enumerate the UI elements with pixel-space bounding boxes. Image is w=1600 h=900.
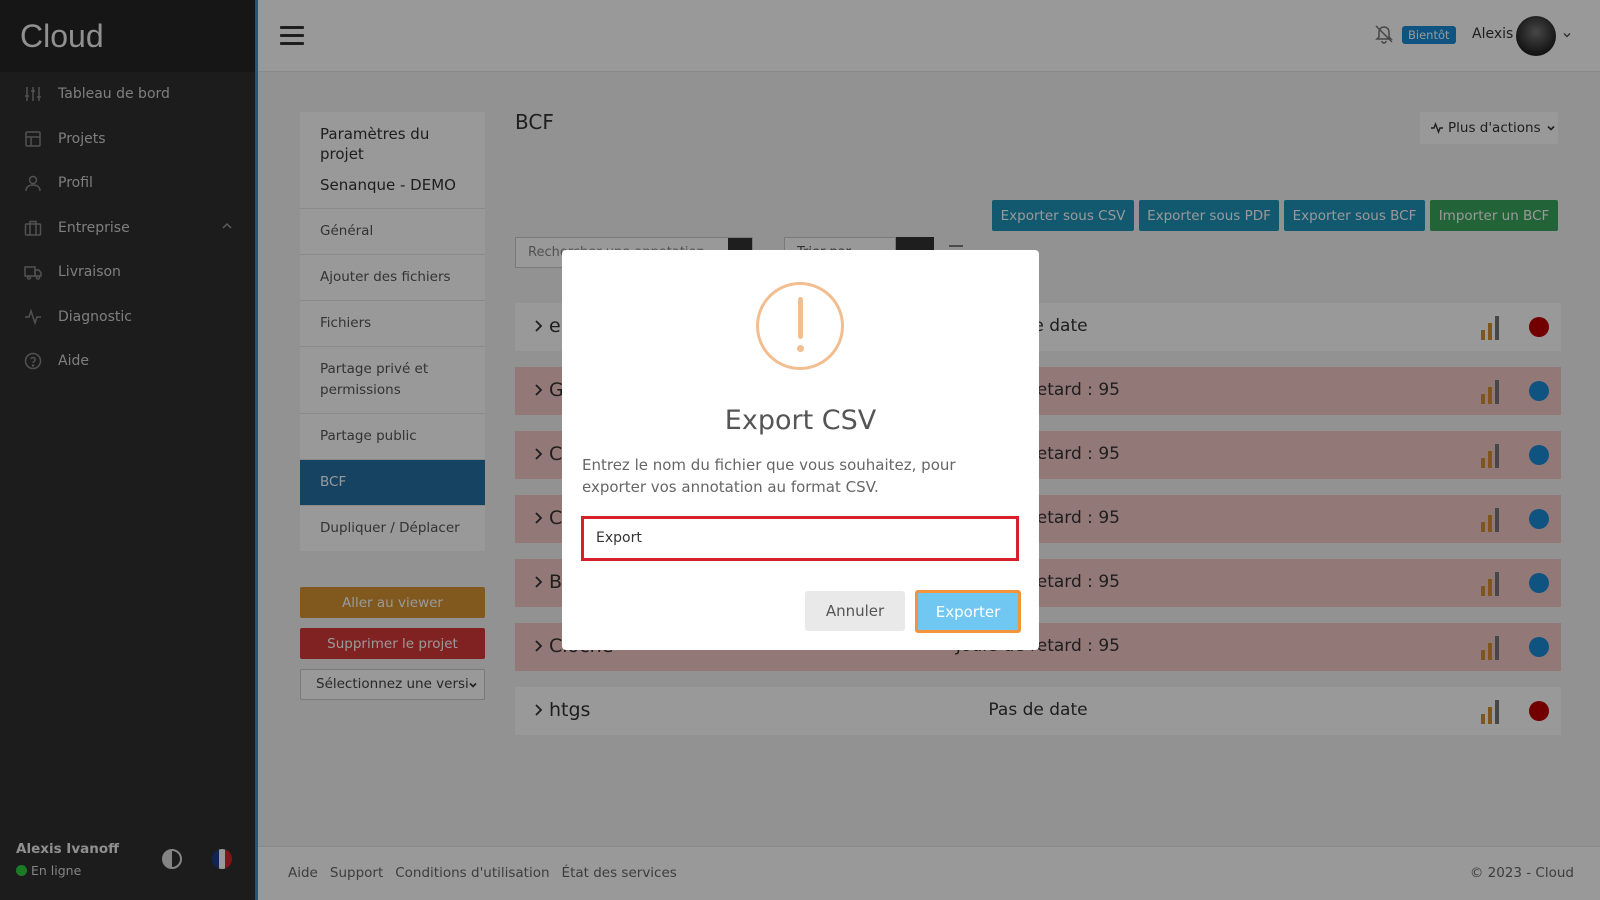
filename-input[interactable]: Export	[581, 516, 1019, 561]
modal-text: Entrez le nom du fichier que vous souhai…	[582, 456, 956, 496]
cancel-button[interactable]: Annuler	[805, 591, 905, 631]
export-button[interactable]: Exporter	[915, 590, 1021, 633]
modal-title: Export CSV	[724, 405, 877, 436]
export-csv-modal: Export CSV Entrez le nom du fichier que …	[562, 250, 1039, 650]
warning-icon	[756, 282, 844, 370]
